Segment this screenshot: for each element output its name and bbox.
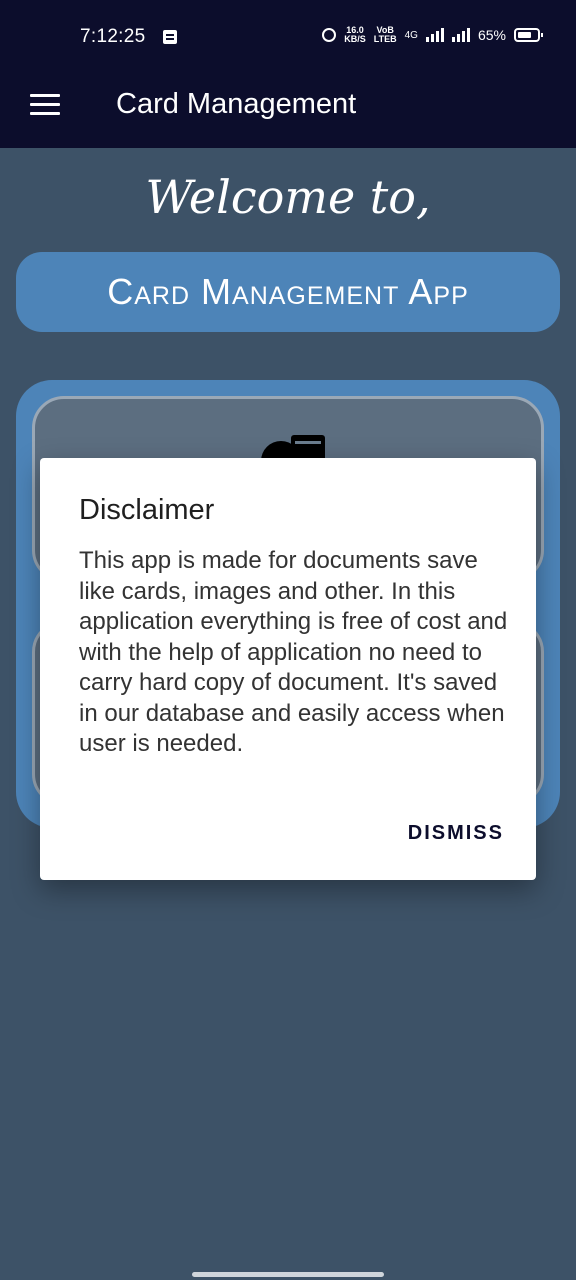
dismiss-button[interactable]: DISMISS [408, 822, 504, 845]
home-indicator[interactable] [192, 1272, 384, 1277]
dialog-title: Disclaimer [79, 494, 215, 526]
disclaimer-dialog: Disclaimer This app is made for document… [40, 458, 536, 880]
dialog-message: This app is made for documents save like… [79, 547, 508, 757]
